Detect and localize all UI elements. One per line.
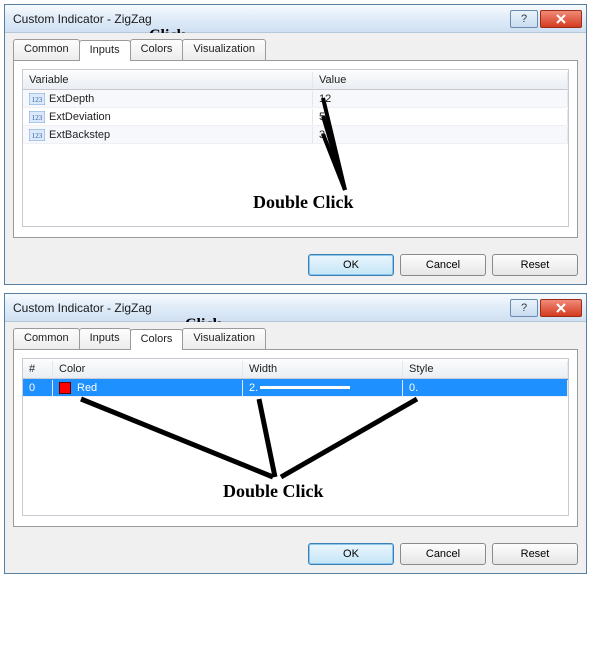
color-swatch: [59, 382, 71, 394]
var-value[interactable]: 12: [313, 91, 568, 107]
col-index[interactable]: #: [23, 361, 53, 377]
close-icon: [555, 14, 567, 24]
tab-visualization[interactable]: Visualization: [182, 39, 266, 60]
reset-button[interactable]: Reset: [492, 254, 578, 276]
reset-button[interactable]: Reset: [492, 543, 578, 565]
dialog-inputs: Custom Indicator - ZigZag ? Click Common…: [4, 4, 587, 285]
tab-common[interactable]: Common: [13, 39, 80, 60]
col-value[interactable]: Value: [313, 72, 568, 88]
cancel-button[interactable]: Cancel: [400, 543, 486, 565]
col-variable[interactable]: Variable: [23, 72, 313, 88]
width-value: 2.: [249, 382, 258, 394]
inputs-panel: Variable Value 123 ExtDepth 12 123 ExtDe…: [13, 60, 578, 238]
cell-width[interactable]: 2.: [243, 380, 403, 396]
line-width-preview: [260, 386, 350, 389]
tab-strip: Common Inputs Colors Visualization: [5, 322, 586, 349]
dialog-title: Custom Indicator - ZigZag: [13, 12, 508, 26]
var-name: ExtDeviation: [49, 111, 111, 123]
tab-inputs[interactable]: Inputs: [79, 40, 131, 61]
var-name: ExtBackstep: [49, 129, 110, 141]
cell-style[interactable]: 0.: [403, 380, 568, 396]
table-row[interactable]: 123 ExtDepth 12: [23, 90, 568, 108]
grid-header: Variable Value: [23, 70, 568, 90]
tab-colors[interactable]: Colors: [130, 39, 184, 60]
col-color[interactable]: Color: [53, 361, 243, 377]
table-row[interactable]: 123 ExtBackstep 3: [23, 126, 568, 144]
dialog-colors: Custom Indicator - ZigZag ? Click Common…: [4, 293, 587, 574]
col-style[interactable]: Style: [403, 361, 568, 377]
col-width[interactable]: Width: [243, 361, 403, 377]
var-name: ExtDepth: [49, 93, 94, 105]
colors-panel: # Color Width Style 0 Red 2. 0.: [13, 349, 578, 527]
cancel-button[interactable]: Cancel: [400, 254, 486, 276]
tab-common[interactable]: Common: [13, 328, 80, 349]
var-value[interactable]: 5: [313, 109, 568, 125]
annotation-double-click-label: Double Click: [223, 481, 324, 502]
numeric-icon: 123: [29, 93, 45, 105]
table-row[interactable]: 0 Red 2. 0.: [23, 379, 568, 397]
table-row[interactable]: 123 ExtDeviation 5: [23, 108, 568, 126]
ok-button[interactable]: OK: [308, 543, 394, 565]
dialog-title: Custom Indicator - ZigZag: [13, 301, 508, 315]
tab-colors[interactable]: Colors: [130, 329, 184, 350]
svg-text:123: 123: [32, 114, 43, 122]
cell-index: 0: [23, 380, 53, 396]
titlebar[interactable]: Custom Indicator - ZigZag ?: [5, 294, 586, 322]
numeric-icon: 123: [29, 111, 45, 123]
tab-visualization[interactable]: Visualization: [182, 328, 266, 349]
cell-color[interactable]: Red: [53, 380, 243, 396]
annotation-double-click-label: Double Click: [253, 192, 354, 213]
ok-button[interactable]: OK: [308, 254, 394, 276]
titlebar[interactable]: Custom Indicator - ZigZag ?: [5, 5, 586, 33]
tab-strip: Common Inputs Colors Visualization: [5, 33, 586, 60]
help-button[interactable]: ?: [510, 299, 538, 317]
button-row: OK Cancel Reset: [5, 246, 586, 284]
var-value[interactable]: 3: [313, 127, 568, 143]
color-name: Red: [77, 382, 97, 394]
svg-text:123: 123: [32, 96, 43, 104]
tab-inputs[interactable]: Inputs: [79, 328, 131, 349]
grid-header: # Color Width Style: [23, 359, 568, 379]
close-icon: [555, 303, 567, 313]
button-row: OK Cancel Reset: [5, 535, 586, 573]
help-button[interactable]: ?: [510, 10, 538, 28]
svg-text:123: 123: [32, 132, 43, 140]
close-button[interactable]: [540, 10, 582, 28]
numeric-icon: 123: [29, 129, 45, 141]
close-button[interactable]: [540, 299, 582, 317]
